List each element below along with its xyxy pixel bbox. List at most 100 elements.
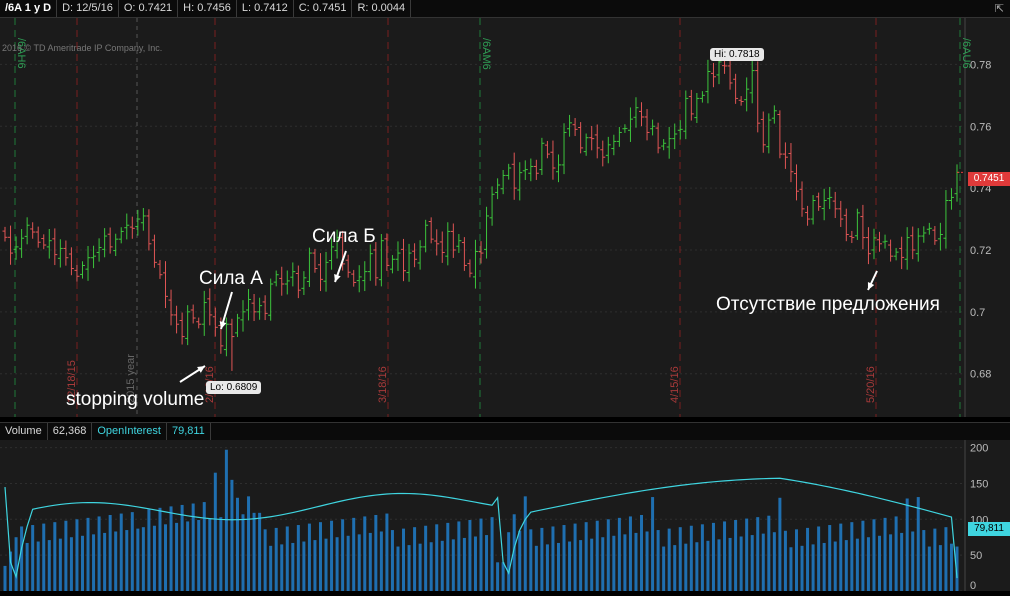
volume-bar <box>601 537 605 591</box>
volume-bar <box>429 542 433 591</box>
volume-bar <box>130 512 134 591</box>
volume-bar <box>872 519 876 591</box>
volume-bar <box>152 525 156 591</box>
volume-bar <box>734 520 738 591</box>
volume-bar <box>490 517 494 591</box>
volume-bar <box>413 527 417 591</box>
volume-bar <box>717 539 721 591</box>
volume-bar <box>241 514 245 591</box>
volume-bar <box>640 514 644 591</box>
volume-bar <box>230 479 234 591</box>
volume-bar <box>418 543 422 591</box>
volume-bar <box>678 527 682 591</box>
volume-bar <box>457 521 461 591</box>
volume-bar <box>180 504 184 591</box>
volume-bar <box>817 526 821 591</box>
open-interest-label[interactable]: OpenInterest <box>92 423 167 440</box>
volume-bar <box>125 530 129 591</box>
volume-bar <box>396 546 400 591</box>
volume-bar <box>706 540 710 591</box>
volume-bar <box>263 529 267 591</box>
volume-bar <box>673 545 677 591</box>
volume-bar <box>938 545 942 591</box>
oi-last-tag: 79,811 <box>968 522 1010 536</box>
volume-bar <box>894 516 898 591</box>
volume-bar <box>540 527 544 591</box>
volume-bar <box>341 519 345 591</box>
volume-bar <box>80 535 84 591</box>
volume-bar <box>617 517 621 591</box>
volume-bar <box>723 521 727 591</box>
volume-bar <box>468 520 472 591</box>
volume-bar <box>883 517 887 591</box>
symbol-label[interactable]: /6A 1 y D <box>0 0 58 17</box>
volume-bar <box>628 516 632 591</box>
volume-bar <box>285 526 289 591</box>
volume-bar <box>911 531 915 591</box>
volume-bar <box>269 545 273 591</box>
volume-bar <box>844 540 848 591</box>
volume-bar <box>368 532 372 591</box>
volume-chart-panel[interactable]: 200 150 100 50 0 79,811 <box>0 440 1010 592</box>
volume-bar <box>158 507 162 591</box>
volume-bar <box>761 533 765 591</box>
volume-bar <box>186 521 190 591</box>
date-readout: D: 12/5/16 <box>57 0 119 17</box>
volume-bar <box>330 520 334 591</box>
volume-bar <box>379 531 383 591</box>
volume-bar <box>42 523 46 591</box>
volume-bar <box>800 545 804 591</box>
volume-bar <box>534 545 538 591</box>
volume-bar <box>667 528 671 591</box>
volume-bar <box>584 522 588 591</box>
volume-bar <box>175 522 179 591</box>
volume-bar <box>47 540 51 591</box>
volume-bar <box>645 531 649 591</box>
volume-bar <box>485 535 489 591</box>
volume-bar <box>811 544 815 591</box>
price-chart-panel[interactable]: 0.78 0.76 0.74 0.72 0.7 0.68/6AH6/6AM6/6AU6 12… <box>0 18 1010 417</box>
volume-bar <box>75 519 79 591</box>
volume-bar <box>407 545 411 591</box>
volume-bar <box>479 518 483 591</box>
volume-bar <box>197 520 201 591</box>
volume-bar <box>108 514 112 591</box>
volume-bar <box>247 496 251 591</box>
volume-bar <box>656 530 660 591</box>
volume-bar <box>25 542 29 591</box>
volume-bar <box>53 522 57 591</box>
volume-bar <box>556 542 560 591</box>
volume-bar <box>551 526 555 591</box>
volume-bar <box>274 527 278 591</box>
volume-bar <box>573 523 577 591</box>
volume-bar <box>446 522 450 591</box>
annotation-otsutstvie: Отсутствие предложения <box>716 294 940 315</box>
volume-bar <box>684 543 688 591</box>
annotation-sila-b: Сила Б <box>312 226 376 247</box>
volume-bar <box>529 529 533 591</box>
volume-bar <box>756 517 760 591</box>
volume-bar <box>252 512 256 591</box>
collapse-icon[interactable]: ⇱ <box>989 2 1010 15</box>
volume-bar <box>783 530 787 591</box>
price-tick-label: 0.7 <box>970 307 985 319</box>
volume-bar <box>822 542 826 591</box>
volume-bar <box>14 537 18 591</box>
volume-bar <box>839 523 843 591</box>
volume-bar <box>562 525 566 591</box>
volume-bar <box>623 534 627 591</box>
volume-bar <box>927 546 931 591</box>
price-chart[interactable]: 0.780.760.740.720.70.68/6AH6/6AM6/6AU612… <box>0 18 1010 417</box>
volume-bar <box>905 498 909 591</box>
volume-bar <box>3 565 7 591</box>
volume-bar <box>114 531 118 591</box>
volume-bar <box>634 532 638 591</box>
volume-value: 62,368 <box>48 423 93 440</box>
volume-bar <box>789 547 793 591</box>
volume-bar <box>346 535 350 591</box>
volume-bar <box>828 525 832 591</box>
price-tick-label: 0.76 <box>970 121 991 133</box>
volume-bar <box>36 541 40 591</box>
volume-label[interactable]: Volume <box>0 423 48 440</box>
volume-chart[interactable]: 200150100500 <box>0 440 1010 592</box>
